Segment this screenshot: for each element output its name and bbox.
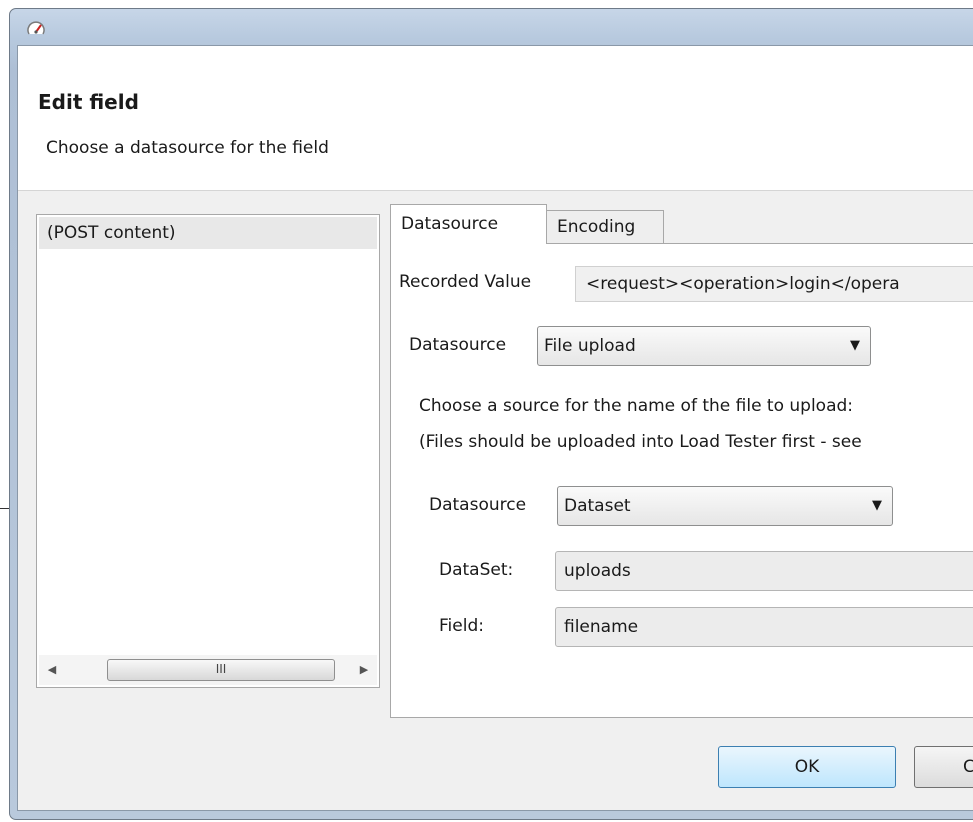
cancel-button[interactable]: C bbox=[914, 746, 973, 788]
dialog-client-area: Edit field Choose a datasource for the f… bbox=[17, 45, 973, 811]
datasource-label: Datasource bbox=[409, 335, 507, 355]
ok-button[interactable]: OK bbox=[718, 746, 896, 788]
dataset-label: DataSet: bbox=[439, 560, 514, 580]
chevron-down-icon: ▼ bbox=[850, 338, 860, 353]
datasource-tab-panel: Recorded Value <request><operation>login… bbox=[390, 243, 973, 718]
title-bar[interactable] bbox=[10, 9, 973, 45]
edge-mark bbox=[0, 508, 9, 509]
field-list[interactable]: (POST content) ◀ III ▶ bbox=[36, 214, 380, 688]
dialog-header: Edit field Choose a datasource for the f… bbox=[18, 46, 973, 191]
chevron-down-icon: ▼ bbox=[872, 498, 882, 513]
list-item[interactable]: (POST content) bbox=[39, 217, 377, 249]
dialog-subtitle: Choose a datasource for the field bbox=[46, 138, 329, 158]
instruction-text: Choose a source for the name of the file… bbox=[419, 396, 854, 416]
recorded-value-label: Recorded Value bbox=[399, 272, 532, 292]
sub-datasource-label: Datasource bbox=[429, 495, 527, 515]
recorded-value-field: <request><operation>login</opera bbox=[575, 266, 973, 302]
dataset-field[interactable]: uploads bbox=[555, 551, 973, 591]
sub-datasource-select[interactable]: Dataset ▼ bbox=[557, 486, 893, 526]
horizontal-scrollbar[interactable]: ◀ III ▶ bbox=[39, 655, 377, 685]
datasource-select[interactable]: File upload ▼ bbox=[537, 326, 871, 366]
dialog-window: Edit field Choose a datasource for the f… bbox=[9, 8, 973, 820]
datasource-select-value: File upload bbox=[544, 336, 636, 356]
scroll-left-arrow-icon[interactable]: ◀ bbox=[39, 655, 65, 685]
scroll-thumb[interactable]: III bbox=[107, 659, 335, 681]
instruction-note: (Files should be uploaded into Load Test… bbox=[419, 432, 862, 452]
tab-encoding[interactable]: Encoding bbox=[546, 210, 664, 244]
tab-datasource[interactable]: Datasource bbox=[390, 204, 547, 244]
field-label: Field: bbox=[439, 616, 484, 636]
field-field[interactable]: filename bbox=[555, 607, 973, 647]
speedometer-icon bbox=[26, 19, 46, 39]
scroll-right-arrow-icon[interactable]: ▶ bbox=[351, 655, 377, 685]
dialog-title: Edit field bbox=[38, 90, 139, 114]
sub-datasource-select-value: Dataset bbox=[564, 496, 631, 516]
